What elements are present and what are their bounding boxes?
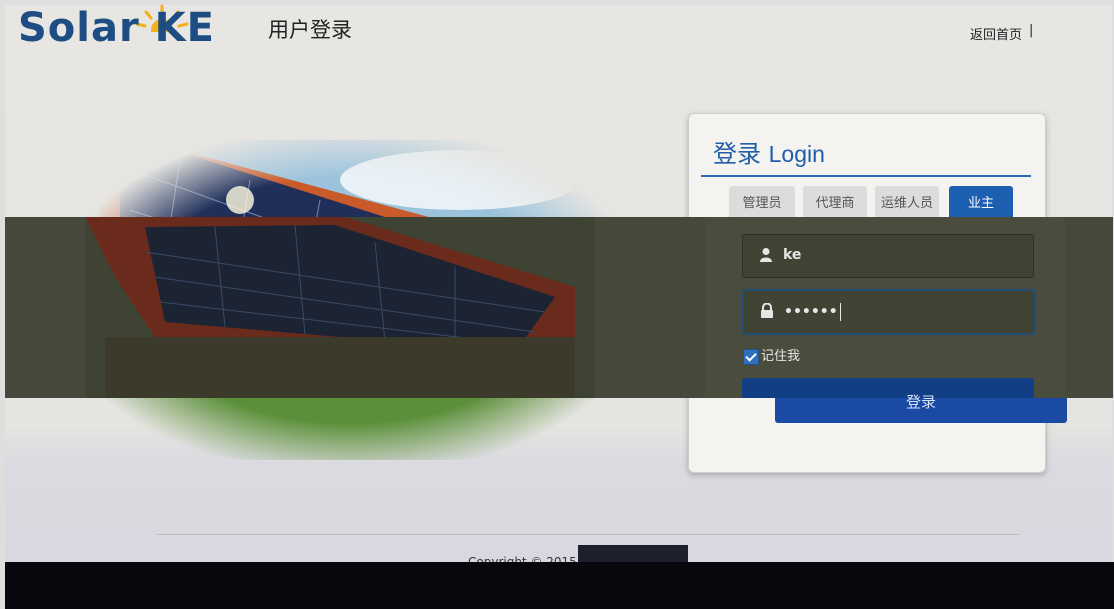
footer-divider bbox=[157, 534, 1019, 535]
render-artifact bbox=[578, 545, 688, 563]
remember-me[interactable]: 记住我 bbox=[743, 345, 800, 365]
text-cursor bbox=[839, 303, 841, 321]
page-title: 用户登录 bbox=[268, 18, 352, 42]
login-title-en: Login bbox=[768, 141, 825, 167]
solar-panels-image bbox=[85, 217, 595, 398]
login-title: 登录 Login bbox=[713, 134, 825, 169]
login-title-zh: 登录 bbox=[713, 140, 761, 168]
password-value: •••••• bbox=[784, 303, 841, 321]
bottom-bar bbox=[5, 562, 1114, 609]
remember-label: 记住我 bbox=[761, 349, 801, 364]
title-divider bbox=[701, 175, 1031, 177]
remember-checkbox[interactable] bbox=[743, 348, 759, 365]
logo-text: Solar KE bbox=[18, 5, 215, 51]
login-button-label: 登录 bbox=[905, 393, 936, 411]
password-field[interactable]: •••••• bbox=[742, 289, 1036, 335]
user-icon bbox=[760, 248, 772, 262]
home-link[interactable]: 返回首页 bbox=[970, 24, 1022, 43]
username-field[interactable]: ke bbox=[742, 234, 1034, 278]
header-separator: | bbox=[1029, 23, 1034, 38]
solarke-logo[interactable]: Solar KE bbox=[18, 4, 238, 50]
login-button[interactable]: 登录 bbox=[775, 395, 1067, 423]
lock-icon bbox=[761, 303, 773, 318]
username-value: ke bbox=[783, 247, 802, 263]
login-button-top[interactable] bbox=[742, 378, 1034, 398]
